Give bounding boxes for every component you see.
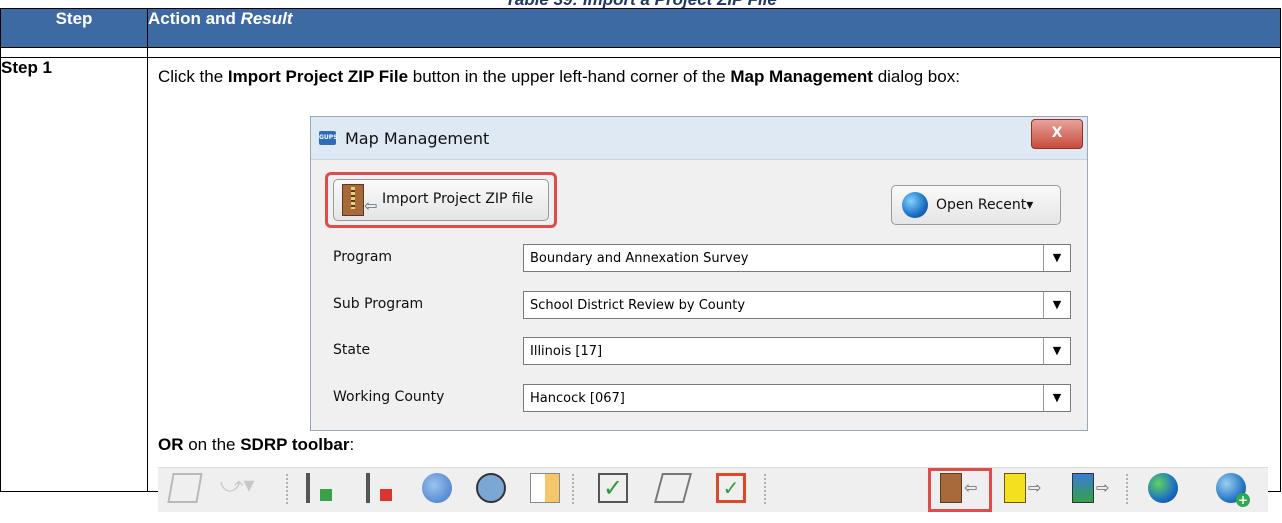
toolbar-separator — [1126, 474, 1128, 506]
dialog-title: Map Management — [345, 129, 490, 148]
identify-icon[interactable] — [476, 473, 506, 503]
sub-program-select[interactable]: School District Review by County ▼ — [523, 291, 1071, 319]
label-icon[interactable] — [422, 473, 452, 503]
close-button[interactable]: X — [1031, 119, 1083, 149]
review-icon[interactable]: ✓ — [716, 473, 746, 503]
import-project-zip-button[interactable]: ⇦ Import Project ZIP file — [333, 179, 549, 221]
validate-icon[interactable]: ✓ — [598, 473, 628, 503]
export-zip-icon[interactable] — [1004, 473, 1026, 503]
ruler-icon[interactable] — [167, 473, 203, 503]
import-button-label: Import Project ZIP file — [382, 191, 534, 207]
table-caption-text: Table 39: Import a Project ZIP File — [0, 0, 1282, 8]
working-county-label: Working County — [333, 389, 445, 405]
action-header-text: Action and — [148, 9, 241, 28]
zip-file-icon — [342, 184, 364, 216]
open-recent-button[interactable]: Open Recent▾ — [891, 185, 1061, 225]
chevron-down-icon[interactable]: ▼ — [1043, 292, 1070, 318]
result-header-text: Result — [240, 9, 293, 28]
program-select[interactable]: Boundary and Annexation Survey ▼ — [523, 244, 1071, 272]
globe-icon — [902, 192, 928, 218]
program-label: Program — [333, 249, 393, 265]
import-arrow-icon: ⇦ — [364, 196, 378, 215]
add-layer-icon[interactable] — [306, 473, 336, 503]
open-recent-label: Open Recent▾ — [936, 197, 1034, 213]
import-zip-icon[interactable] — [940, 473, 962, 503]
or-toolbar-text: OR on the SDRP toolbar: — [158, 435, 355, 454]
export-map-icon[interactable] — [1072, 473, 1094, 503]
step-number: Step 1 — [0, 57, 148, 492]
map-management-dialog: GUPS Map Management X ⇦ Import Project Z… — [310, 116, 1088, 431]
instruction-text: Click the Import Project ZIP File button… — [158, 67, 960, 86]
step-column-header: Step — [0, 8, 148, 48]
add-globe-icon[interactable]: + — [1216, 473, 1250, 507]
working-county-select[interactable]: Hancock [067] ▼ — [523, 384, 1071, 412]
toolbar-separator — [286, 474, 288, 506]
chevron-down-icon[interactable]: ▼ — [1043, 245, 1070, 271]
toolbar-separator — [572, 474, 574, 506]
app-icon: GUPS — [319, 131, 338, 145]
arrow-left-icon: ⇦ — [964, 478, 978, 497]
steps-table: Step Action and Result Step 1 Click the … — [0, 8, 1281, 512]
toolbar-separator — [764, 474, 766, 506]
action-column-header: Action and Result — [147, 8, 1281, 48]
edit-shape-icon[interactable] — [653, 473, 693, 503]
chevron-down-icon[interactable]: ▼ — [1043, 385, 1070, 411]
remove-layer-icon[interactable] — [366, 473, 396, 503]
sdrp-toolbar: ⤻▾ ✓ ✓ ⇦ ⇨ ⇨ + — [158, 467, 1268, 512]
attribute-icon[interactable] — [530, 473, 560, 503]
sub-program-label: Sub Program — [333, 296, 424, 312]
edit-tool-dropdown-icon[interactable]: ⤻▾ — [220, 473, 255, 503]
state-select[interactable]: Illinois [17] ▼ — [523, 337, 1071, 365]
globe-icon[interactable] — [1148, 473, 1178, 503]
dialog-titlebar: GUPS Map Management X — [311, 117, 1087, 160]
chevron-down-icon[interactable]: ▼ — [1043, 338, 1070, 364]
arrow-right-icon: ⇨ — [1028, 478, 1042, 497]
action-cell: Click the Import Project ZIP File button… — [147, 57, 1281, 512]
table-caption: Table 39: Import a Project ZIP File — [0, 0, 1282, 8]
arrow-right-icon: ⇨ — [1096, 478, 1110, 497]
state-label: State — [333, 342, 371, 358]
